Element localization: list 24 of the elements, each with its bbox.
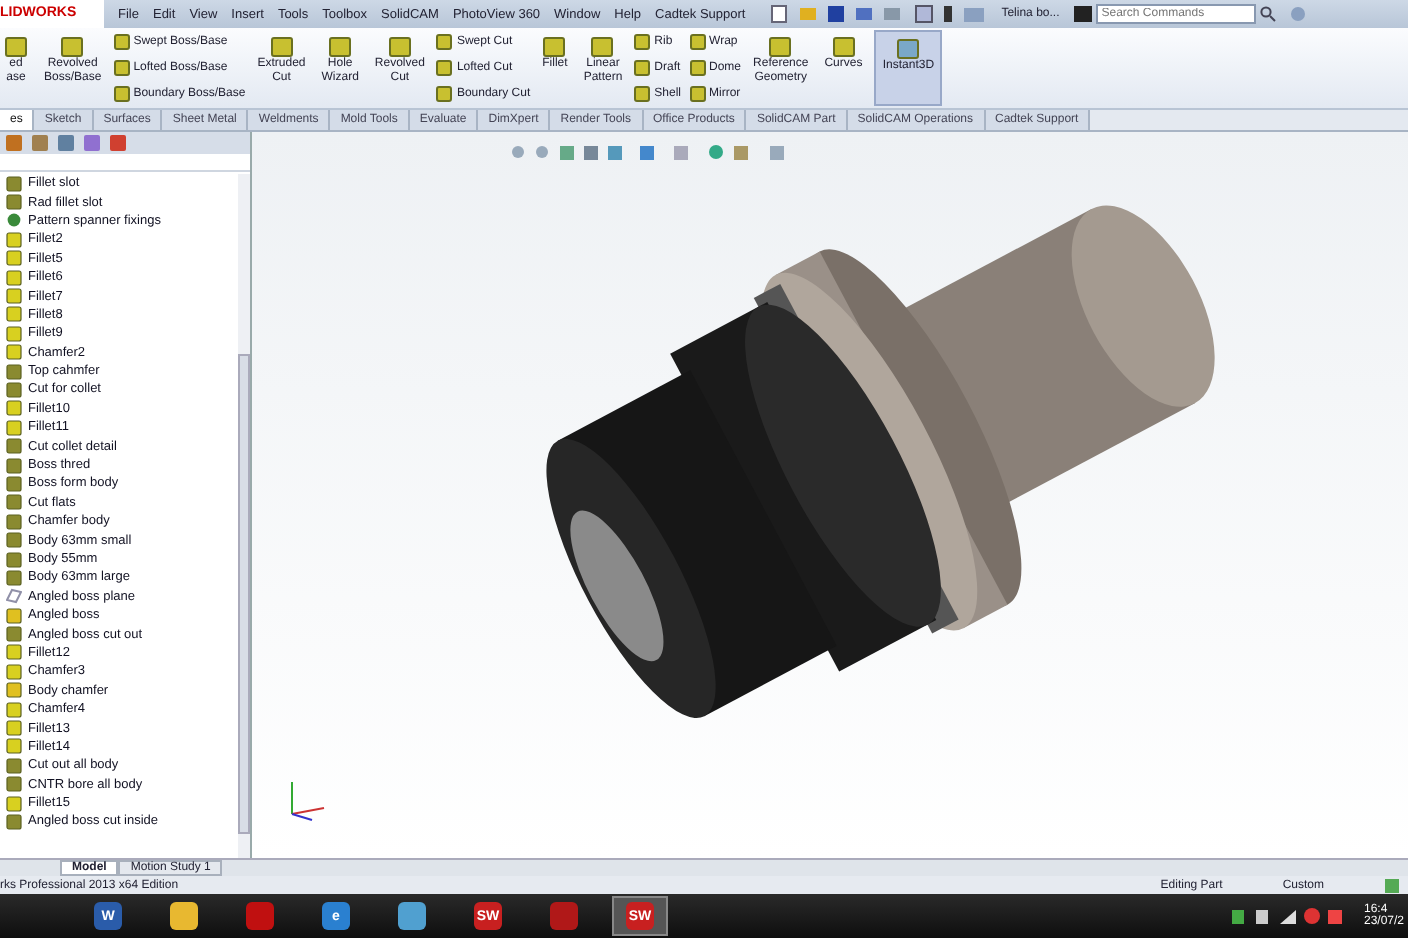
feature-icon	[896, 36, 921, 60]
feature-icon	[4, 34, 28, 58]
cut-feature-icon	[6, 813, 22, 830]
fillet-feature-icon	[6, 795, 22, 812]
feature-icon	[328, 34, 353, 58]
help-icon[interactable]	[1384, 877, 1400, 893]
boss-feature-icon	[6, 682, 22, 699]
feature-icon	[590, 34, 615, 58]
feature-icon	[831, 34, 856, 58]
scrollbar[interactable]	[238, 174, 250, 858]
feature-icon	[60, 34, 85, 58]
cut-feature-icon	[6, 626, 22, 643]
search-icon	[1259, 6, 1276, 22]
feature-icon	[387, 34, 412, 58]
plane-feature-icon	[6, 588, 22, 605]
command-icon	[1073, 6, 1092, 22]
quick-access-toolbar-icons[interactable]	[767, 4, 988, 24]
feature-icon	[768, 34, 793, 58]
boss-feature-icon	[6, 607, 22, 624]
help-icon[interactable]	[1289, 6, 1306, 22]
pattern-feature-icon	[6, 212, 22, 229]
feature-icon	[542, 34, 567, 58]
feature-icon	[269, 34, 294, 58]
system-tray-icons[interactable]	[1228, 906, 1348, 926]
